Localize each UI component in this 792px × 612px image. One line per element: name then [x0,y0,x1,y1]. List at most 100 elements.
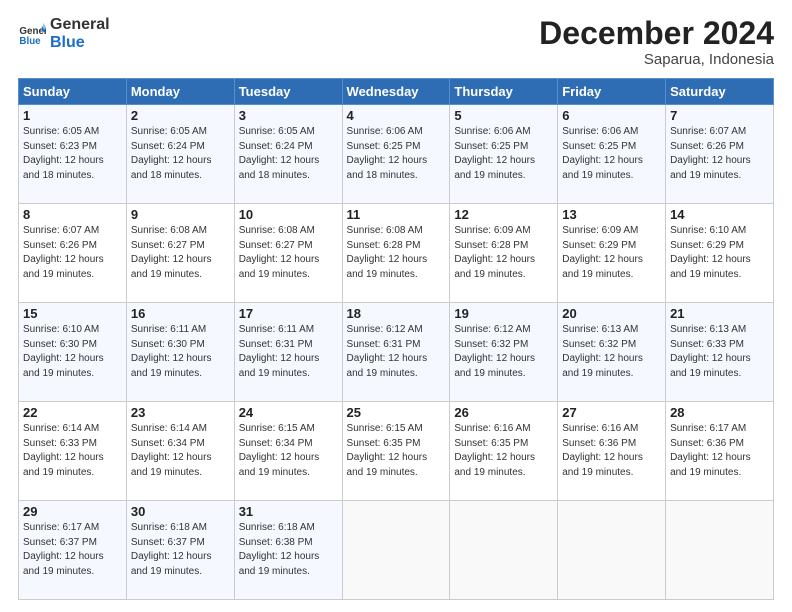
month-title: December 2024 [539,16,774,51]
header-sunday: Sunday [19,79,127,105]
day-number: 20 [562,306,661,321]
table-row: 15 Sunrise: 6:10 AM Sunset: 6:30 PM Dayli… [19,303,127,402]
day-info: Sunrise: 6:11 AM Sunset: 6:31 PM Dayligh… [239,323,338,381]
table-row: 31Sunrise: 6:18 AM Sunset: 6:38 PM Dayli… [234,501,342,600]
day-number: 6 [562,108,661,123]
table-row: 5 Sunrise: 6:06 AM Sunset: 6:25 PM Daylig… [450,105,558,204]
day-info: Sunrise: 6:16 AM Sunset: 6:36 PM Dayligh… [562,422,661,480]
day-info: Sunrise: 6:14 AM Sunset: 6:33 PM Dayligh… [23,422,122,480]
header: General Blue General Blue December 2024 … [18,16,774,68]
day-number: 16 [131,306,230,321]
day-number: 21 [670,306,769,321]
day-info: Sunrise: 6:12 AM Sunset: 6:32 PM Dayligh… [454,323,553,381]
day-number: 25 [347,405,446,420]
day-number: 27 [562,405,661,420]
table-row [558,501,666,600]
table-row [450,501,558,600]
svg-text:Blue: Blue [19,35,41,46]
day-info: Sunrise: 6:13 AM Sunset: 6:32 PM Dayligh… [562,323,661,381]
day-info: Sunrise: 6:18 AM Sunset: 6:37 PM Dayligh… [131,521,230,579]
day-info: Sunrise: 6:13 AM Sunset: 6:33 PM Dayligh… [670,323,769,381]
day-number: 26 [454,405,553,420]
day-info: Sunrise: 6:05 AM Sunset: 6:24 PM Dayligh… [239,125,338,183]
day-number: 28 [670,405,769,420]
day-number: 13 [562,207,661,222]
day-number: 19 [454,306,553,321]
day-number: 7 [670,108,769,123]
table-row: 3 Sunrise: 6:05 AM Sunset: 6:24 PM Daylig… [234,105,342,204]
day-info: Sunrise: 6:10 AM Sunset: 6:30 PM Dayligh… [23,323,122,381]
table-row: 28 Sunrise: 6:17 AM Sunset: 6:36 PM Dayli… [666,402,774,501]
day-info: Sunrise: 6:16 AM Sunset: 6:35 PM Dayligh… [454,422,553,480]
day-number: 23 [131,405,230,420]
header-wednesday: Wednesday [342,79,450,105]
day-number: 15 [23,306,122,321]
header-thursday: Thursday [450,79,558,105]
day-info: Sunrise: 6:10 AM Sunset: 6:29 PM Dayligh… [670,224,769,282]
day-info: Sunrise: 6:09 AM Sunset: 6:29 PM Dayligh… [562,224,661,282]
day-number: 30 [131,504,230,519]
day-info: Sunrise: 6:17 AM Sunset: 6:37 PM Dayligh… [23,521,122,579]
table-row: 21 Sunrise: 6:13 AM Sunset: 6:33 PM Dayli… [666,303,774,402]
day-number: 17 [239,306,338,321]
table-row: 1 Sunrise: 6:05 AM Sunset: 6:23 PM Daylig… [19,105,127,204]
location-subtitle: Saparua, Indonesia [539,51,774,68]
day-number: 29 [23,504,122,519]
table-row: 27 Sunrise: 6:16 AM Sunset: 6:36 PM Dayli… [558,402,666,501]
day-info: Sunrise: 6:06 AM Sunset: 6:25 PM Dayligh… [454,125,553,183]
calendar-table: Sunday Monday Tuesday Wednesday Thursday… [18,78,774,600]
table-row: 14 Sunrise: 6:10 AM Sunset: 6:29 PM Dayli… [666,204,774,303]
table-row: 19 Sunrise: 6:12 AM Sunset: 6:32 PM Dayli… [450,303,558,402]
table-row: 17 Sunrise: 6:11 AM Sunset: 6:31 PM Dayli… [234,303,342,402]
table-row: 18 Sunrise: 6:12 AM Sunset: 6:31 PM Dayli… [342,303,450,402]
table-row: 6 Sunrise: 6:06 AM Sunset: 6:25 PM Daylig… [558,105,666,204]
logo: General Blue General Blue [18,16,110,51]
table-row: 30 Sunrise: 6:18 AM Sunset: 6:37 PM Dayli… [126,501,234,600]
day-number: 8 [23,207,122,222]
day-number: 12 [454,207,553,222]
day-info: Sunrise: 6:07 AM Sunset: 6:26 PM Dayligh… [670,125,769,183]
logo-line2: Blue [50,34,110,52]
calendar-header: Sunday Monday Tuesday Wednesday Thursday… [19,79,774,105]
day-info: Sunrise: 6:08 AM Sunset: 6:28 PM Dayligh… [347,224,446,282]
day-info: Sunrise: 6:18 AM Sunset: 6:38 PM Dayligh… [239,521,338,579]
title-block: December 2024 Saparua, Indonesia [539,16,774,68]
day-info: Sunrise: 6:05 AM Sunset: 6:23 PM Dayligh… [23,125,122,183]
table-row: 29 Sunrise: 6:17 AM Sunset: 6:37 PM Dayli… [19,501,127,600]
table-row: 23 Sunrise: 6:14 AM Sunset: 6:34 PM Dayli… [126,402,234,501]
table-row: 24 Sunrise: 6:15 AM Sunset: 6:34 PM Dayli… [234,402,342,501]
table-row: 2Sunrise: 6:05 AM Sunset: 6:24 PM Daylig… [126,105,234,204]
day-info: Sunrise: 6:06 AM Sunset: 6:25 PM Dayligh… [347,125,446,183]
day-info: Sunrise: 6:15 AM Sunset: 6:35 PM Dayligh… [347,422,446,480]
day-number: 3 [239,108,338,123]
day-info: Sunrise: 6:14 AM Sunset: 6:34 PM Dayligh… [131,422,230,480]
logo-icon: General Blue [18,20,46,48]
table-row: 4 Sunrise: 6:06 AM Sunset: 6:25 PM Daylig… [342,105,450,204]
day-number: 14 [670,207,769,222]
header-monday: Monday [126,79,234,105]
day-number: 24 [239,405,338,420]
day-info: Sunrise: 6:08 AM Sunset: 6:27 PM Dayligh… [239,224,338,282]
logo-line1: General [50,16,110,34]
day-info: Sunrise: 6:08 AM Sunset: 6:27 PM Dayligh… [131,224,230,282]
table-row: 22 Sunrise: 6:14 AM Sunset: 6:33 PM Dayli… [19,402,127,501]
table-row: 11Sunrise: 6:08 AM Sunset: 6:28 PM Dayli… [342,204,450,303]
day-info: Sunrise: 6:05 AM Sunset: 6:24 PM Dayligh… [131,125,230,183]
day-info: Sunrise: 6:06 AM Sunset: 6:25 PM Dayligh… [562,125,661,183]
day-info: Sunrise: 6:07 AM Sunset: 6:26 PM Dayligh… [23,224,122,282]
day-number: 1 [23,108,122,123]
page: General Blue General Blue December 2024 … [0,0,792,612]
day-number: 22 [23,405,122,420]
day-info: Sunrise: 6:17 AM Sunset: 6:36 PM Dayligh… [670,422,769,480]
day-info: Sunrise: 6:15 AM Sunset: 6:34 PM Dayligh… [239,422,338,480]
day-number: 5 [454,108,553,123]
day-number: 4 [347,108,446,123]
table-row: 9 Sunrise: 6:08 AM Sunset: 6:27 PM Daylig… [126,204,234,303]
day-info: Sunrise: 6:09 AM Sunset: 6:28 PM Dayligh… [454,224,553,282]
day-number: 18 [347,306,446,321]
day-number: 9 [131,207,230,222]
table-row [342,501,450,600]
day-info: Sunrise: 6:12 AM Sunset: 6:31 PM Dayligh… [347,323,446,381]
table-row: 20 Sunrise: 6:13 AM Sunset: 6:32 PM Dayli… [558,303,666,402]
table-row: 16Sunrise: 6:11 AM Sunset: 6:30 PM Dayli… [126,303,234,402]
